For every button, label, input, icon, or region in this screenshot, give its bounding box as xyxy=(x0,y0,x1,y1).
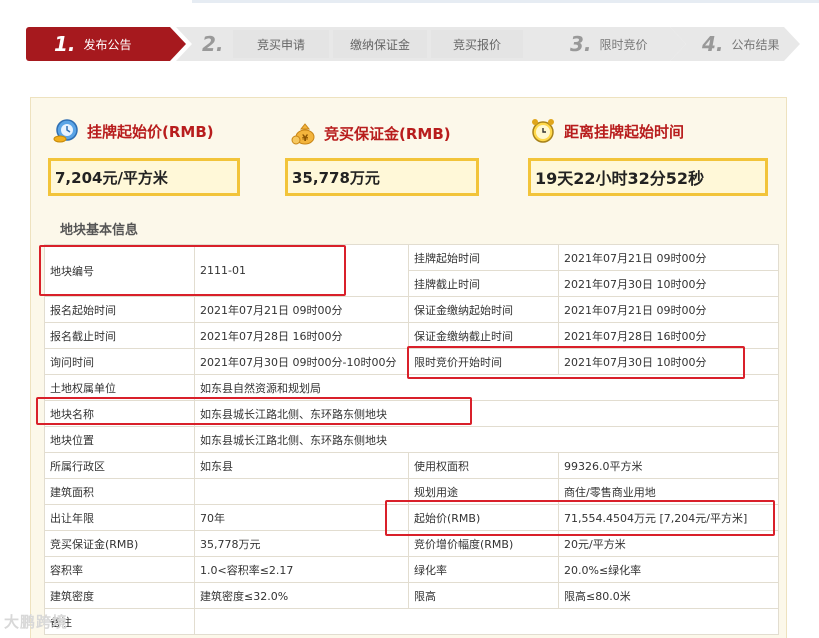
step-timed-bidding[interactable]: 3. 限时竞价 xyxy=(538,27,686,61)
step-label: 发布公告 xyxy=(83,37,132,52)
dep-start-value: 2021年07月21日 09时00分 xyxy=(558,296,779,323)
use-area-label: 使用权面积 xyxy=(408,452,559,479)
card-title-text: 距离挂牌起始时间 xyxy=(564,122,685,141)
term-label: 出让年限 xyxy=(44,504,195,531)
countdown-title: 距离挂牌起始时间 xyxy=(530,118,684,144)
step-label: 限时竞价 xyxy=(599,37,648,52)
reg-start-label: 报名起始时间 xyxy=(44,296,195,323)
step-number: 4. xyxy=(702,32,724,56)
build-area-value xyxy=(194,478,409,505)
green-label: 绿化率 xyxy=(408,556,559,583)
highlight-bid-start xyxy=(407,346,745,379)
countdown-value: 19天22小时32分52秒 xyxy=(528,158,768,196)
height-label: 限高 xyxy=(408,582,559,609)
list-start-label: 挂牌起始时间 xyxy=(408,244,559,271)
location-label: 地块位置 xyxy=(44,426,195,453)
density-label: 建筑密度 xyxy=(44,582,195,609)
start-price-title: 挂牌起始价(RMB) xyxy=(53,118,214,144)
table-row: 容积率 1.0<容积率≤2.17 绿化率 20.0%≤绿化率 xyxy=(44,556,779,583)
bid-deposit-label: 竞买保证金(RMB) xyxy=(44,530,195,557)
progress-steps: 1. 发布公告 2. 竞买申请 缴纳保证金 竞买报价 3. 限时竞价 4. 公布… xyxy=(26,27,800,61)
alarm-clock-icon xyxy=(530,118,556,144)
clock-coin-icon xyxy=(53,118,79,144)
table-row: 报名截止时间 2021年07月28日 16时00分 保证金缴纳截止时间 2021… xyxy=(44,322,779,349)
step-label: 公布结果 xyxy=(731,37,780,52)
green-value: 20.0%≤绿化率 xyxy=(558,556,779,583)
list-end-value: 2021年07月30日 10时00分 xyxy=(558,270,779,297)
inquiry-label: 询问时间 xyxy=(44,348,195,375)
table-row: 建筑密度 建筑密度≤32.0% 限高 限高≤80.0米 xyxy=(44,582,779,609)
dep-end-label: 保证金缴纳截止时间 xyxy=(408,322,559,349)
start-price-value: 7,204元/平方米 xyxy=(48,158,240,196)
term-value: 70年 xyxy=(194,504,409,531)
density-value: 建筑密度≤32.0% xyxy=(194,582,409,609)
watermark: 大鹏跨境 xyxy=(4,613,69,631)
svg-text:¥: ¥ xyxy=(302,134,309,144)
substep-deposit[interactable]: 缴纳保证金 xyxy=(333,30,427,58)
list-start-value: 2021年07月21日 09时00分 xyxy=(558,244,779,271)
reg-end-label: 报名截止时间 xyxy=(44,322,195,349)
height-value: 限高≤80.0米 xyxy=(558,582,779,609)
district-value: 如东县 xyxy=(194,452,409,479)
use-area-value: 99326.0平方米 xyxy=(558,452,779,479)
highlight-start-price xyxy=(385,500,775,536)
card-title-text: 竞买保证金(RMB) xyxy=(324,124,451,143)
dep-start-label: 保证金缴纳起始时间 xyxy=(408,296,559,323)
substep-apply[interactable]: 竞买申请 xyxy=(233,30,329,58)
money-bag-icon: ¥ xyxy=(290,120,316,146)
build-area-label: 建筑面积 xyxy=(44,478,195,505)
substep-quote[interactable]: 竞买报价 xyxy=(431,30,523,58)
inquiry-value: 2021年07月30日 09时00分-10时00分 xyxy=(194,348,409,375)
location-value: 如东县城长江路北侧、东环路东侧地块 xyxy=(194,426,779,453)
bid-deposit-value: 35,778万元 xyxy=(194,530,409,557)
parcel-info-table: 地块编号 2111-01 挂牌起始时间 2021年07月21日 09时00分 挂… xyxy=(44,244,779,635)
table-row: 报名起始时间 2021年07月21日 09时00分 保证金缴纳起始时间 2021… xyxy=(44,296,779,323)
reg-end-value: 2021年07月28日 16时00分 xyxy=(194,322,409,349)
step-results[interactable]: 4. 公布结果 xyxy=(670,27,800,61)
table-row: 地块位置 如东县城长江路北侧、东环路东侧地块 xyxy=(44,426,779,453)
highlight-parcel-name xyxy=(36,397,472,425)
step-publish[interactable]: 1. 发布公告 xyxy=(26,27,186,61)
card-title-text: 挂牌起始价(RMB) xyxy=(87,122,214,141)
deposit-value: 35,778万元 xyxy=(285,158,479,196)
step-number: 3. xyxy=(570,32,592,56)
step-number: 2. xyxy=(202,32,224,56)
section-title: 地块基本信息 xyxy=(60,223,139,238)
top-divider xyxy=(192,0,819,3)
table-row: 备注 xyxy=(44,608,779,635)
highlight-parcel-no xyxy=(39,245,346,296)
dep-end-value: 2021年07月28日 16时00分 xyxy=(558,322,779,349)
list-end-label: 挂牌截止时间 xyxy=(408,270,559,297)
reg-start-value: 2021年07月21日 09时00分 xyxy=(194,296,409,323)
table-row: 所属行政区 如东县 使用权面积 99326.0平方米 xyxy=(44,452,779,479)
district-label: 所属行政区 xyxy=(44,452,195,479)
far-label: 容积率 xyxy=(44,556,195,583)
deposit-title: ¥ 竞买保证金(RMB) xyxy=(290,120,451,146)
step-number: 1. xyxy=(54,32,76,56)
remarks-value xyxy=(194,608,779,635)
far-value: 1.0<容积率≤2.17 xyxy=(194,556,409,583)
